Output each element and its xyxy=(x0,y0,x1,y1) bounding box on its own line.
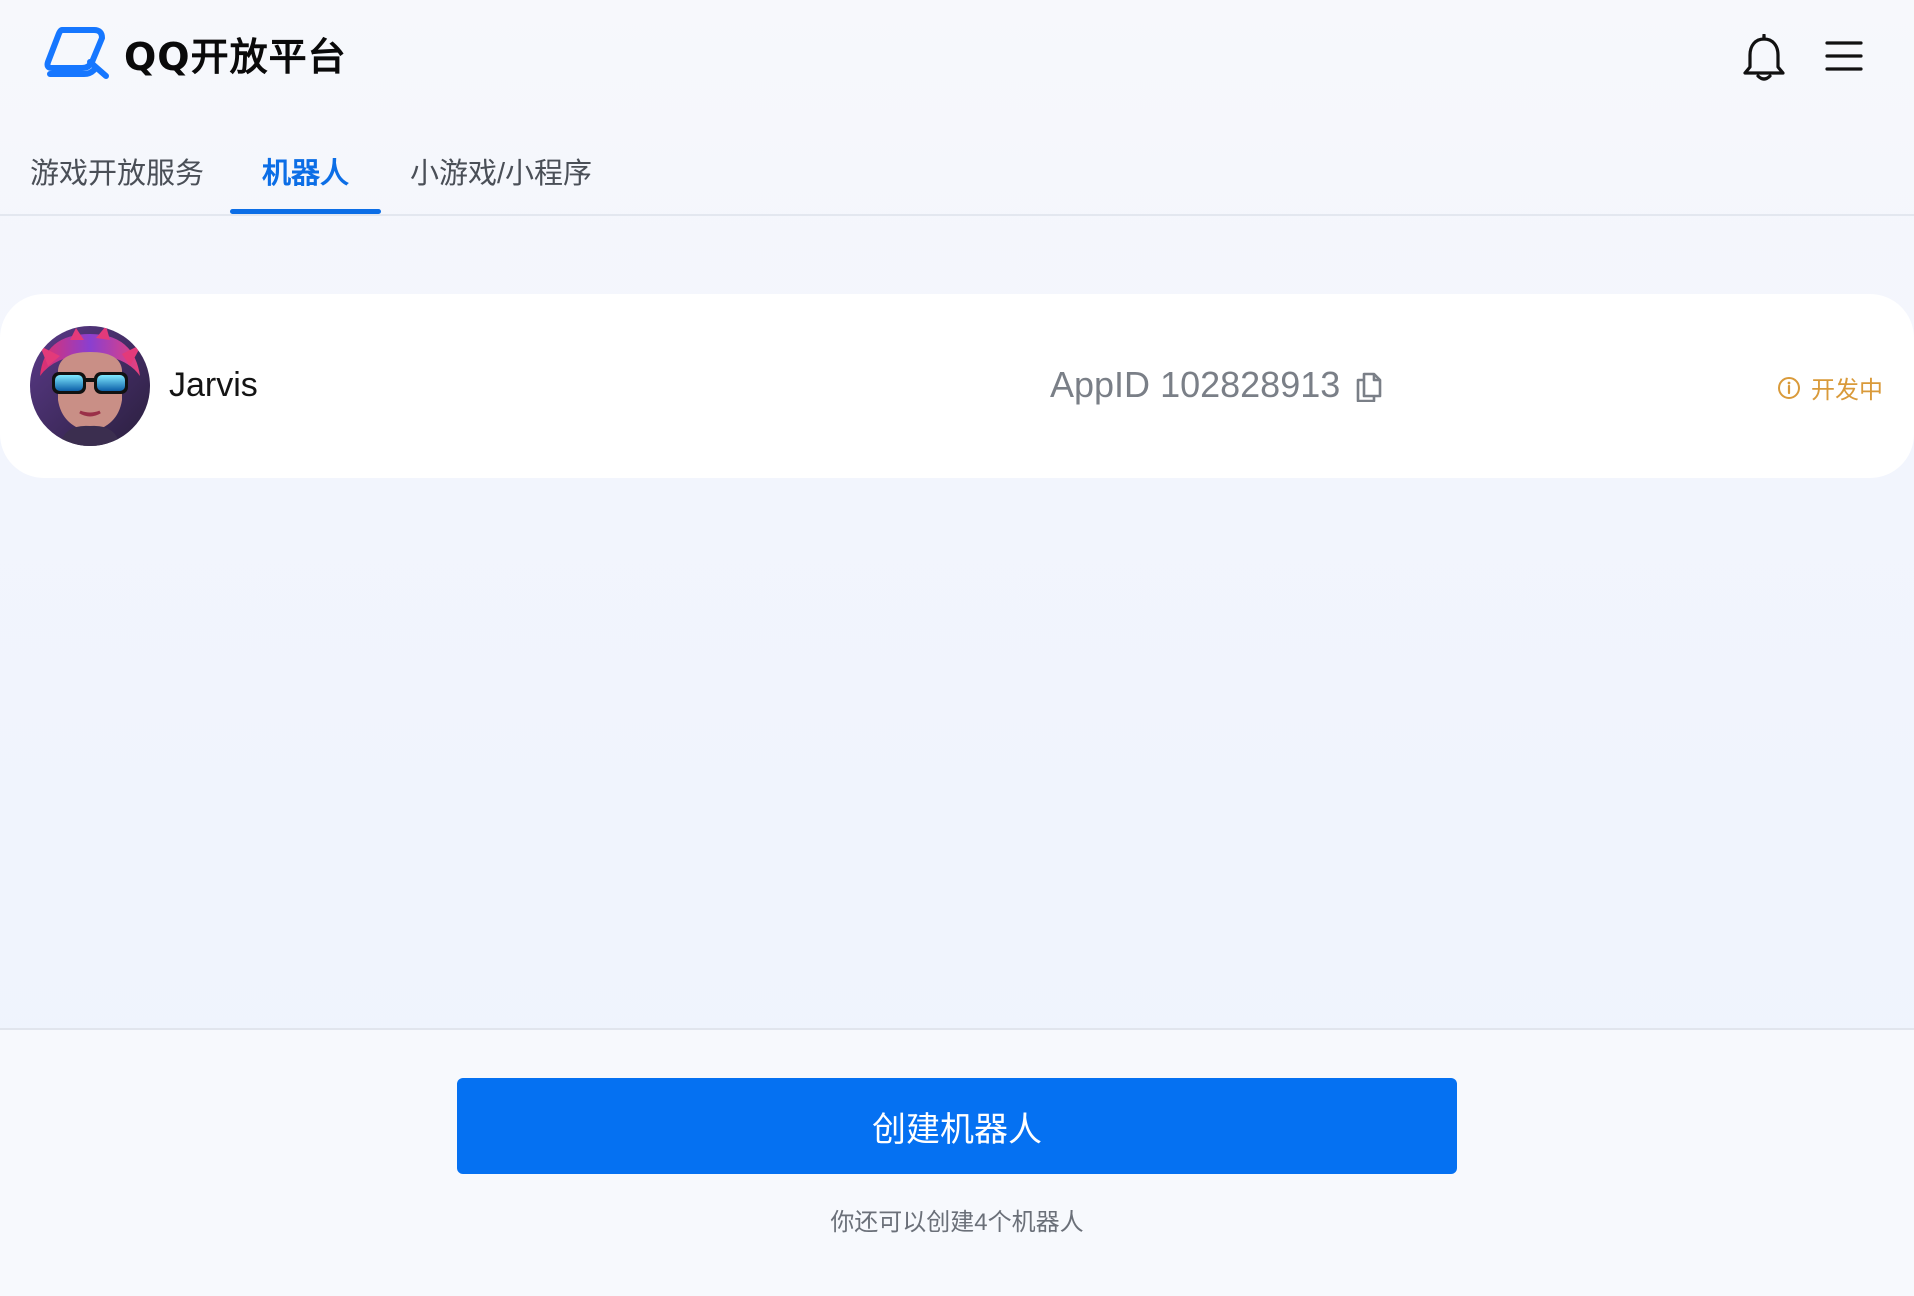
appid-value: 102828913 xyxy=(1160,364,1341,405)
active-tab-indicator xyxy=(230,209,382,214)
hamburger-menu-icon xyxy=(1825,41,1863,71)
avatar xyxy=(30,326,150,446)
status-badge: 开发中 xyxy=(1777,370,1883,405)
create-bot-button[interactable]: 创建机器人 xyxy=(457,1078,1457,1174)
bell-icon xyxy=(1743,33,1785,81)
tab-bots[interactable]: 机器人 xyxy=(230,140,382,214)
tab-label: 游戏开放服务 xyxy=(30,158,205,190)
remaining-bots-hint: 你还可以创建4个机器人 xyxy=(830,1209,1084,1236)
brand-logo[interactable]: QQ开放平台 xyxy=(44,24,347,82)
notification-button[interactable] xyxy=(1742,33,1786,82)
qq-open-platform-logo-icon xyxy=(44,27,109,79)
bot-card[interactable]: Jarvis AppID 102828913 开发中 xyxy=(0,294,1914,478)
category-tabs: 游戏开放服务 机器人 小游戏/小程序 xyxy=(0,140,1914,216)
tab-label: 机器人 xyxy=(262,158,350,190)
brand-name: QQ开放平台 xyxy=(124,34,347,79)
footer: 创建机器人 你还可以创建4个机器人 xyxy=(0,1030,1914,1296)
main-menu-button[interactable] xyxy=(1824,36,1864,76)
status-label: 开发中 xyxy=(1811,377,1883,404)
appid-label: AppID xyxy=(1050,364,1151,405)
tab-mini-games[interactable]: 小游戏/小程序 xyxy=(410,140,592,212)
tab-game-services[interactable]: 游戏开放服务 xyxy=(30,140,204,212)
info-circle-icon xyxy=(1778,376,1800,399)
copy-icon[interactable] xyxy=(1354,368,1384,402)
bot-name: Jarvis xyxy=(169,366,258,404)
top-header: QQ开放平台 xyxy=(0,0,1914,110)
bot-appid: AppID 102828913 xyxy=(1050,364,1384,406)
tab-label: 小游戏/小程序 xyxy=(410,158,593,190)
bot-avatar-image xyxy=(30,326,150,446)
